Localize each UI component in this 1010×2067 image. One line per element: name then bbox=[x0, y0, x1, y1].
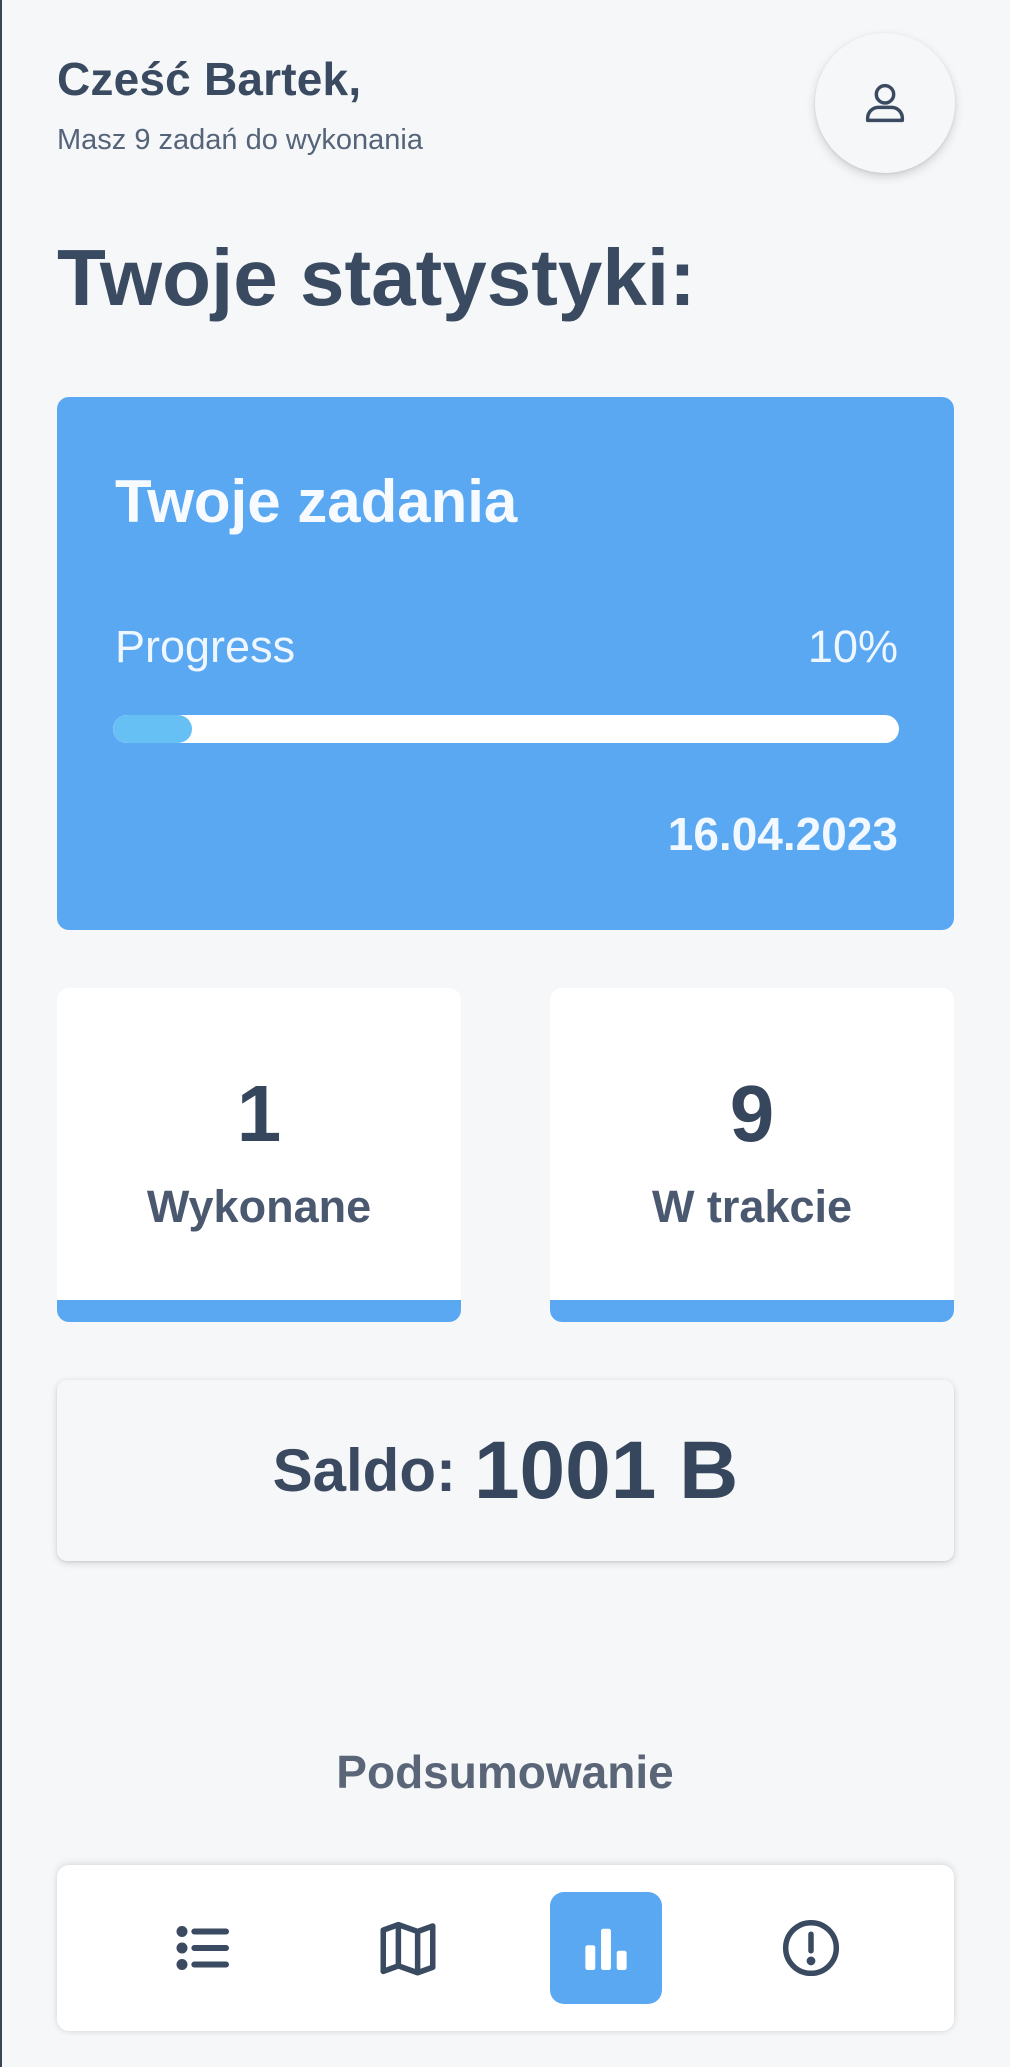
page-title: Twoje statystyki: bbox=[57, 233, 696, 322]
stat-accent-bar bbox=[57, 1300, 461, 1322]
balance-card[interactable]: Saldo: 1001 B bbox=[57, 1380, 954, 1561]
stat-in-progress-value: 9 bbox=[729, 1069, 775, 1158]
stat-accent-bar bbox=[550, 1300, 954, 1322]
progress-label: Progress bbox=[115, 621, 296, 672]
stat-in-progress-label: W trakcie bbox=[651, 1181, 853, 1232]
greeting-text: Cześć Bartek, bbox=[57, 53, 362, 105]
user-icon bbox=[865, 83, 905, 123]
bar-chart-icon bbox=[585, 1928, 627, 1970]
nav-map-button[interactable] bbox=[352, 1892, 464, 2004]
nav-statistics-button[interactable] bbox=[550, 1892, 662, 2004]
tasks-card[interactable]: Twoje zadania Progress 10% 16.04.2023 bbox=[57, 397, 954, 930]
alert-circle-icon bbox=[782, 1919, 840, 1977]
summary-section-label: Podsumowanie bbox=[336, 1746, 674, 1798]
profile-button[interactable] bbox=[815, 33, 955, 173]
progress-bar bbox=[113, 715, 899, 743]
balance-label: Saldo: bbox=[272, 1437, 456, 1504]
tasks-date: 16.04.2023 bbox=[667, 808, 898, 860]
tasks-card-title: Twoje zadania bbox=[115, 468, 518, 535]
stat-card-completed[interactable]: 1 Wykonane bbox=[57, 988, 461, 1322]
progress-bar-fill bbox=[113, 715, 192, 743]
list-icon bbox=[176, 1925, 230, 1971]
map-icon bbox=[380, 1921, 436, 1976]
tasks-count-subtitle: Masz 9 zadań do wykonania bbox=[57, 124, 423, 156]
balance-value: 1001 B bbox=[473, 1424, 739, 1516]
stat-completed-value: 1 bbox=[236, 1069, 282, 1158]
bottom-navigation bbox=[57, 1865, 954, 2031]
stat-completed-label: Wykonane bbox=[146, 1181, 372, 1232]
stat-card-in-progress[interactable]: 9 W trakcie bbox=[550, 988, 954, 1322]
progress-percent: 10% bbox=[807, 621, 898, 672]
nav-tasks-list-button[interactable] bbox=[148, 1892, 260, 2004]
nav-alerts-button[interactable] bbox=[755, 1892, 867, 2004]
